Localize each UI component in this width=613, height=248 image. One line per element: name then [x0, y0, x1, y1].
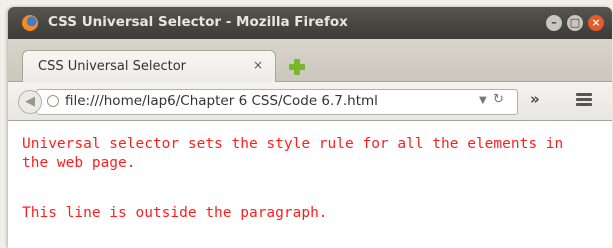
url-text[interactable]: file:///home/lap6/Chapter 6 CSS/Code 6.7… [65, 93, 378, 109]
title-bar[interactable]: CSS Universal Selector - Mozilla Firefox… [8, 7, 612, 39]
minimize-icon[interactable]: – [546, 15, 562, 31]
firefox-logo-icon [22, 15, 38, 31]
window-title: CSS Universal Selector - Mozilla Firefox [48, 14, 348, 30]
dropdown-icon[interactable]: ▼ [479, 95, 487, 106]
url-bar[interactable]: file:///home/lap6/Chapter 6 CSS/Code 6.7… [36, 89, 518, 115]
close-icon[interactable]: × [588, 15, 604, 31]
outside-paragraph-text: This line is outside the paragraph. [22, 205, 328, 221]
tab-label: CSS Universal Selector [38, 59, 187, 74]
page-content: Universal selector sets the style rule f… [8, 121, 612, 248]
browser-window: CSS Universal Selector - Mozilla Firefox… [8, 7, 612, 248]
new-tab-icon[interactable] [288, 58, 306, 76]
menu-icon[interactable] [576, 93, 592, 107]
back-arrow-icon[interactable]: ◀ [18, 90, 42, 114]
reload-icon[interactable]: ↻ [493, 92, 504, 107]
navigation-bar: file:///home/lap6/Chapter 6 CSS/Code 6.7… [8, 82, 612, 121]
paragraph-text: Universal selector sets the style rule f… [22, 136, 564, 171]
tab-close-icon[interactable]: × [253, 58, 263, 72]
overflow-icon[interactable]: » [530, 90, 540, 108]
tab-css-universal-selector[interactable]: CSS Universal Selector × [22, 50, 276, 82]
tab-strip: CSS Universal Selector × [8, 39, 612, 82]
maximize-icon[interactable]: □ [567, 15, 583, 31]
globe-icon [47, 95, 59, 107]
